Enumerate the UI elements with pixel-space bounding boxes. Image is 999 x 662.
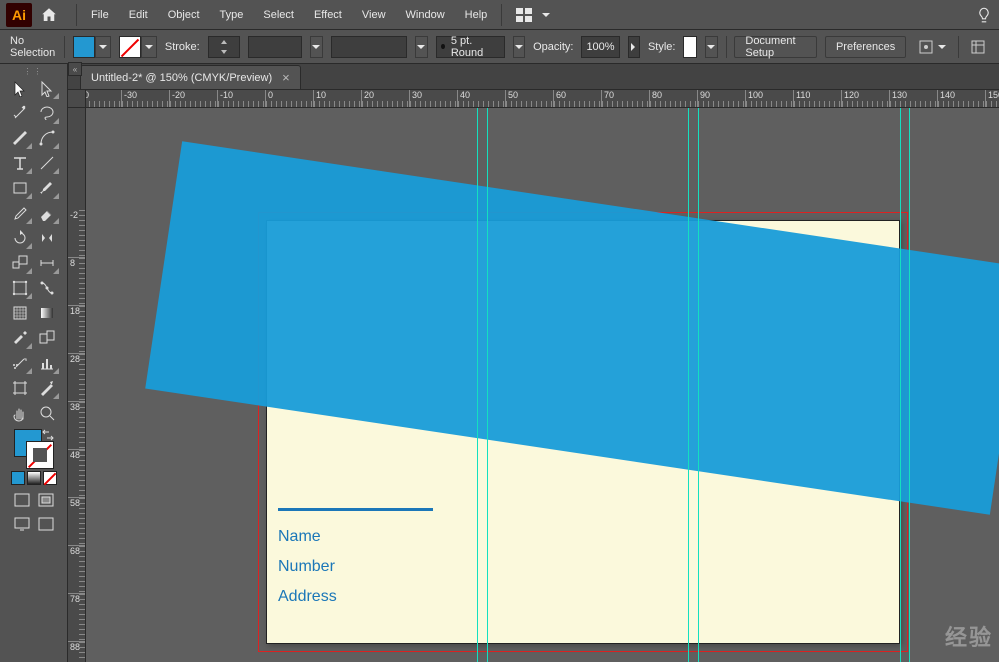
menu-file[interactable]: File: [81, 5, 119, 25]
profile-value: 5 pt. Round: [451, 35, 500, 59]
menu-edit[interactable]: Edit: [119, 5, 158, 25]
eraser-tool[interactable]: [34, 201, 60, 225]
graphic-style-swatch[interactable]: [683, 36, 697, 58]
stroke-swatch[interactable]: [119, 36, 157, 58]
rotate-tool[interactable]: [7, 226, 33, 250]
zoom-tool[interactable]: [34, 401, 60, 425]
type-tool[interactable]: [7, 151, 33, 175]
canvas[interactable]: Name Number Address 经验: [86, 108, 999, 662]
paintbrush-tool[interactable]: [34, 176, 60, 200]
brush-definition-dropdown[interactable]: [331, 36, 408, 58]
fill-stroke-proxy[interactable]: [14, 429, 54, 469]
tools-panel: ⋮⋮: [0, 64, 68, 662]
eyedropper-tool[interactable]: [7, 326, 33, 350]
puppet-warp-tool[interactable]: [34, 276, 60, 300]
pencil-tool[interactable]: [7, 201, 33, 225]
line-tool[interactable]: [34, 151, 60, 175]
guide-vertical[interactable]: [900, 108, 901, 662]
rectangle-tool[interactable]: [7, 176, 33, 200]
guide-vertical[interactable]: [698, 108, 699, 662]
style-label: Style:: [648, 41, 676, 53]
control-bar: No Selection Stroke: 5 pt. Round Opacity…: [0, 30, 999, 64]
gradient-tool[interactable]: [34, 301, 60, 325]
vwp-caret[interactable]: [310, 36, 322, 58]
menu-view[interactable]: View: [352, 5, 396, 25]
draw-behind-icon[interactable]: [35, 491, 57, 509]
curvature-tool[interactable]: [34, 126, 60, 150]
selection-tool[interactable]: [7, 76, 33, 100]
change-screen-icon[interactable]: [35, 515, 57, 533]
brush-profile-dropdown[interactable]: 5 pt. Round: [436, 36, 505, 58]
stroke-weight-input[interactable]: [208, 36, 240, 58]
artwork-text-address[interactable]: Address: [278, 588, 337, 606]
mesh-tool[interactable]: [7, 301, 33, 325]
menu-select[interactable]: Select: [253, 5, 304, 25]
document-tab[interactable]: Untitled-2* @ 150% (CMYK/Preview) ×: [80, 65, 301, 89]
home-icon[interactable]: [40, 6, 58, 24]
opacity-caret[interactable]: [628, 36, 640, 58]
style-caret[interactable]: [705, 36, 717, 58]
document-tab-bar: Untitled-2* @ 150% (CMYK/Preview) ×: [68, 64, 999, 90]
watermark: 经验: [945, 620, 993, 652]
selection-status: No Selection: [10, 35, 56, 59]
opacity-label: Opacity:: [533, 41, 573, 53]
magic-wand-tool[interactable]: [7, 101, 33, 125]
stroke-proxy[interactable]: [26, 441, 54, 469]
preferences-button[interactable]: Preferences: [825, 36, 906, 58]
artwork-text-name[interactable]: Name: [278, 528, 321, 546]
ruler-origin[interactable]: [68, 90, 86, 108]
document-setup-button[interactable]: Document Setup: [734, 36, 817, 58]
blend-tool[interactable]: [34, 326, 60, 350]
hand-tool[interactable]: [7, 401, 33, 425]
scale-tool[interactable]: [7, 251, 33, 275]
transform-panel-toggle[interactable]: [967, 40, 989, 54]
learn-icon[interactable]: [975, 6, 993, 24]
artwork-text-number[interactable]: Number: [278, 558, 335, 576]
document-tab-title: Untitled-2* @ 150% (CMYK/Preview): [91, 72, 272, 84]
align-to-selection[interactable]: [914, 39, 950, 55]
opacity-input[interactable]: 100%: [581, 36, 619, 58]
draw-normal-icon[interactable]: [11, 491, 33, 509]
slice-tool[interactable]: [34, 376, 60, 400]
screen-mode-icon[interactable]: [11, 515, 33, 533]
chevron-down-icon: [542, 11, 550, 19]
menu-help[interactable]: Help: [455, 5, 498, 25]
reflect-tool[interactable]: [34, 226, 60, 250]
symbol-sprayer-tool[interactable]: [7, 351, 33, 375]
app-logo: Ai: [6, 3, 32, 27]
stroke-label: Stroke:: [165, 41, 200, 53]
guide-vertical[interactable]: [688, 108, 689, 662]
lasso-tool[interactable]: [34, 101, 60, 125]
fill-swatch[interactable]: [73, 36, 111, 58]
arrange-documents-button[interactable]: [516, 8, 550, 22]
artwork-accent-line[interactable]: [278, 508, 433, 511]
guide-vertical[interactable]: [477, 108, 478, 662]
swap-fill-stroke-icon[interactable]: [42, 429, 54, 441]
brush-caret[interactable]: [415, 36, 427, 58]
menu-bar: Ai File Edit Object Type Select Effect V…: [0, 0, 999, 30]
color-mode-buttons[interactable]: [11, 471, 57, 485]
guide-vertical[interactable]: [487, 108, 488, 662]
menu-type[interactable]: Type: [210, 5, 254, 25]
profile-caret[interactable]: [513, 36, 525, 58]
ruler-vertical[interactable]: -281828384858687888981081181281381481581…: [68, 108, 86, 662]
menu-window[interactable]: Window: [396, 5, 455, 25]
variable-width-profile-dropdown[interactable]: [248, 36, 302, 58]
direct-selection-tool[interactable]: [34, 76, 60, 100]
guide-vertical[interactable]: [909, 108, 910, 662]
menu-effect[interactable]: Effect: [304, 5, 352, 25]
pen-tool[interactable]: [7, 126, 33, 150]
close-tab-icon[interactable]: ×: [282, 70, 290, 85]
free-transform-tool[interactable]: [7, 276, 33, 300]
menu-object[interactable]: Object: [158, 5, 210, 25]
panel-grip[interactable]: ⋮⋮: [14, 66, 54, 76]
panel-collapse-toggle[interactable]: «: [68, 62, 82, 76]
column-graph-tool[interactable]: [34, 351, 60, 375]
artboard-tool[interactable]: [7, 376, 33, 400]
width-tool[interactable]: [34, 251, 60, 275]
ruler-horizontal[interactable]: -40-30-20-100102030405060708090100110120…: [86, 90, 999, 108]
